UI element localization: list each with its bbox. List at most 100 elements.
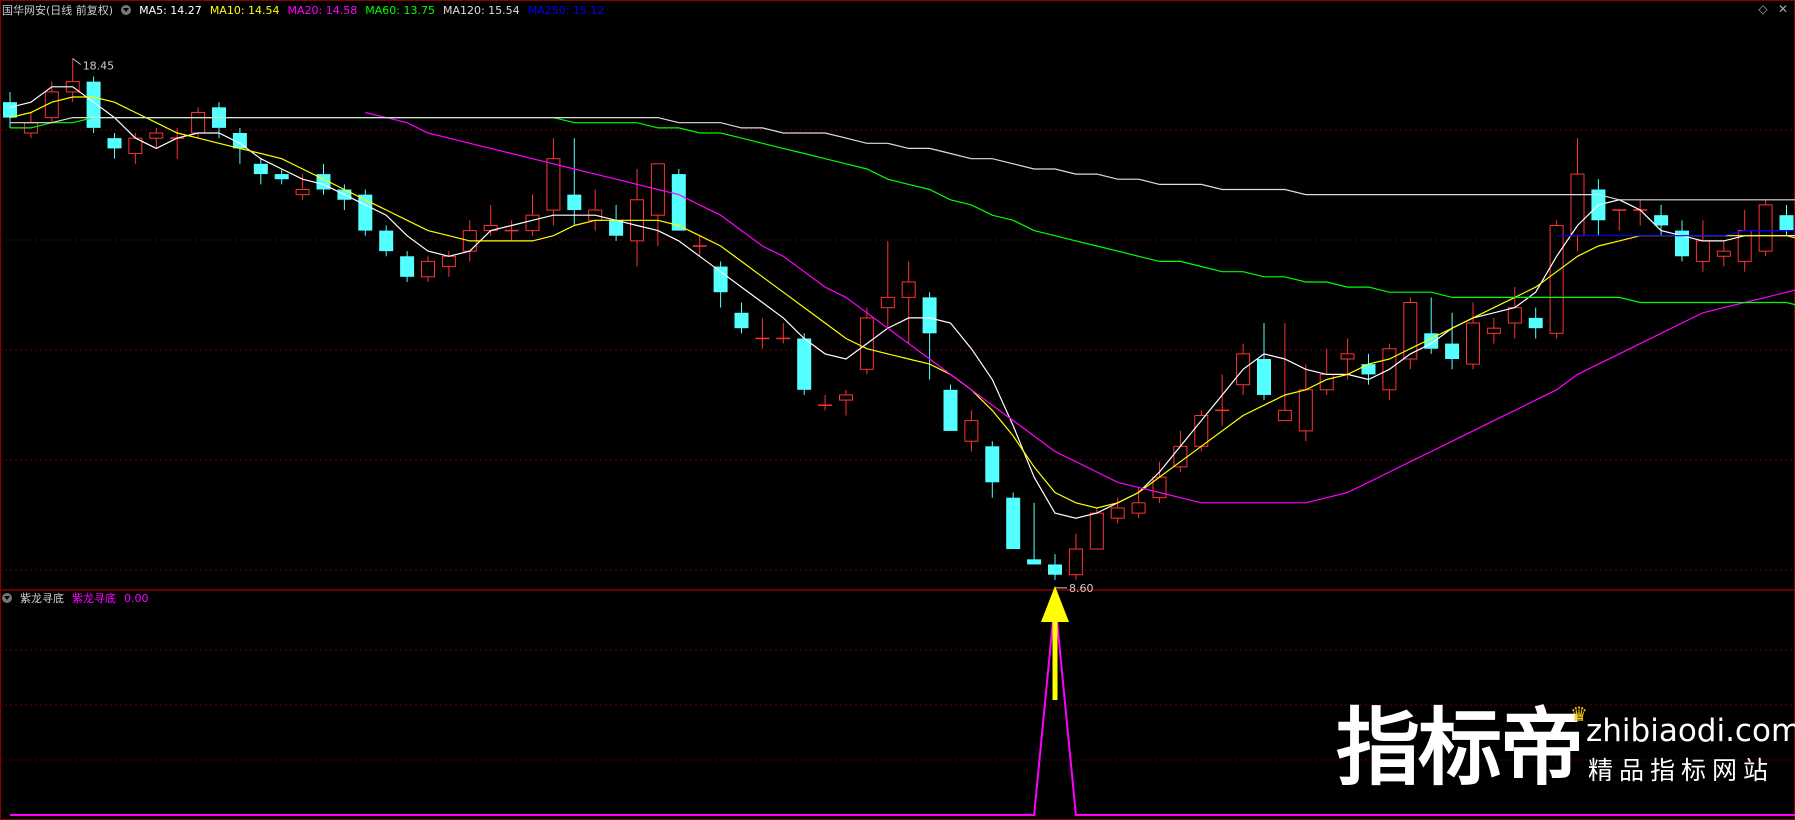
candle bbox=[671, 168, 686, 231]
candle-body bbox=[1027, 559, 1042, 565]
candle bbox=[1110, 497, 1125, 524]
candle-body bbox=[191, 111, 206, 134]
candle-body bbox=[253, 163, 268, 175]
ma-line-ma5 bbox=[9, 86, 1795, 519]
candle-body bbox=[1466, 322, 1480, 365]
ma-line-ma60 bbox=[10, 117, 1795, 306]
candle-body bbox=[3, 102, 17, 118]
watermark-tagline: 精品指标网站 bbox=[1588, 756, 1775, 785]
candle-body bbox=[1257, 359, 1271, 395]
candle bbox=[818, 394, 833, 411]
candle bbox=[149, 127, 164, 149]
candle-body bbox=[86, 81, 101, 128]
candle-body bbox=[441, 255, 456, 268]
candle bbox=[253, 158, 268, 185]
watermark: 指标帝 ♛ zhibiaodi.com 精品指标网站 bbox=[1330, 700, 1795, 800]
candle-body bbox=[1486, 327, 1501, 334]
candle bbox=[964, 410, 979, 452]
candle bbox=[65, 58, 80, 103]
candle bbox=[1298, 364, 1313, 442]
candle bbox=[734, 302, 749, 334]
candle bbox=[1445, 312, 1460, 370]
candle bbox=[985, 441, 1000, 498]
candle-body bbox=[1340, 353, 1355, 360]
candle-body bbox=[734, 312, 749, 329]
candle bbox=[86, 76, 101, 133]
candle-body bbox=[567, 194, 582, 211]
candle-body bbox=[1277, 409, 1292, 422]
high-marker-line bbox=[72, 58, 81, 65]
candle bbox=[1591, 179, 1606, 236]
candle bbox=[1695, 220, 1710, 272]
candle-body bbox=[1131, 502, 1146, 514]
candle bbox=[358, 189, 373, 236]
candle-body bbox=[107, 138, 122, 149]
candle-body bbox=[1048, 564, 1062, 575]
candle-body bbox=[1758, 204, 1773, 252]
ma-line-ma20 bbox=[365, 111, 1795, 504]
candle-body bbox=[713, 266, 728, 293]
candle bbox=[1737, 210, 1752, 272]
candle-body bbox=[1654, 215, 1669, 226]
candle bbox=[23, 112, 38, 139]
candle bbox=[525, 194, 540, 236]
candle-body bbox=[1528, 317, 1543, 329]
candle-body bbox=[1361, 364, 1376, 375]
candle-body bbox=[1110, 507, 1125, 519]
candle-body bbox=[421, 260, 435, 278]
low-marker-label: 8.60 bbox=[1069, 582, 1094, 595]
candle bbox=[232, 127, 247, 164]
high-marker-label: 18.45 bbox=[83, 60, 115, 73]
watermark-url: zhibiaodi.com bbox=[1586, 713, 1795, 749]
candle-body bbox=[985, 446, 1000, 483]
candle bbox=[1612, 209, 1627, 231]
candle bbox=[1277, 323, 1292, 422]
candle-body bbox=[274, 174, 289, 180]
candle-body bbox=[671, 174, 686, 231]
candle bbox=[943, 384, 958, 431]
candle bbox=[776, 323, 791, 344]
candle bbox=[839, 389, 853, 416]
candle bbox=[1194, 410, 1209, 452]
candle-body bbox=[1445, 343, 1460, 359]
candle bbox=[107, 133, 122, 159]
candle bbox=[567, 138, 582, 226]
candle-body bbox=[379, 230, 394, 252]
candle-body bbox=[525, 214, 540, 232]
candle bbox=[901, 261, 916, 344]
candle bbox=[1340, 338, 1355, 380]
candle-body bbox=[797, 338, 812, 390]
candle-body bbox=[1173, 445, 1188, 468]
candle bbox=[546, 138, 561, 226]
candle-body bbox=[1779, 215, 1794, 231]
candle bbox=[650, 163, 665, 246]
candle bbox=[295, 174, 310, 200]
candle-body bbox=[1695, 240, 1710, 262]
candle-body bbox=[1549, 224, 1564, 334]
candle-body bbox=[1298, 389, 1313, 432]
candle bbox=[755, 317, 770, 349]
candle bbox=[1319, 348, 1334, 395]
candle-body bbox=[295, 189, 310, 196]
candle-body bbox=[839, 394, 853, 401]
candle-body bbox=[546, 158, 561, 211]
candle-body bbox=[964, 420, 979, 442]
candle bbox=[1006, 492, 1021, 550]
candle-body bbox=[149, 132, 164, 139]
candle bbox=[379, 225, 394, 257]
candle bbox=[1027, 502, 1042, 565]
candle-body bbox=[880, 296, 895, 309]
candle bbox=[1758, 199, 1773, 257]
candle-body bbox=[901, 281, 916, 298]
candle bbox=[1528, 307, 1543, 339]
candle-body bbox=[922, 297, 937, 334]
candle bbox=[1403, 297, 1418, 370]
candle-body bbox=[943, 389, 958, 431]
candle bbox=[400, 251, 415, 282]
candle-body bbox=[1716, 250, 1731, 257]
candle bbox=[1486, 317, 1501, 344]
chart-svg: 18.45 8.60 bbox=[0, 58, 1795, 816]
ma-line-ma10 bbox=[9, 96, 1795, 509]
candle bbox=[1152, 461, 1167, 503]
signal-arrow-head bbox=[1041, 586, 1069, 622]
